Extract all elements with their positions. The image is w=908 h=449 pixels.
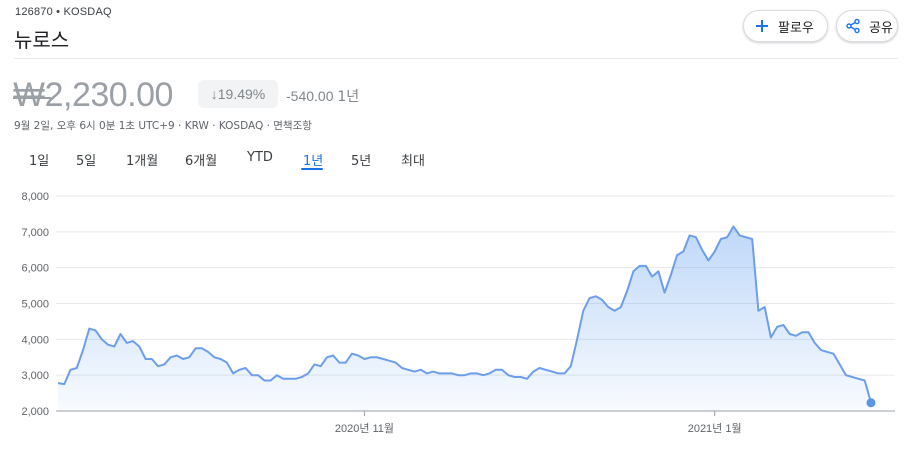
y-tick-label: 8,000 [21,191,49,203]
change-amount: -540.00 [286,88,334,104]
price-chart[interactable]: 8,000 7,000 6,000 5,000 4,000 3,000 2,000 2020년… [0,180,908,449]
follow-label: 팔로우 [778,20,814,36]
share-button[interactable]: 공유 [836,10,898,42]
y-tick-label: 3,000 [21,370,49,382]
plus-icon [754,18,770,34]
y-tick-label: 2,000 [21,406,49,418]
company-name: 뉴로스 [14,28,70,52]
currency-strike [13,97,51,99]
tab-1m[interactable]: 1개월 [126,150,158,169]
price-value: ₩2,230.00 [13,76,173,114]
follow-button[interactable]: 팔로우 [743,10,828,42]
y-tick-label: 5,000 [21,299,49,311]
tab-1d[interactable]: 1일 [29,150,49,169]
current-price: ₩2,230.00 [13,76,173,115]
tab-6m[interactable]: 6개월 [185,150,217,169]
x-tick-label: 2020년 11월 [335,422,394,435]
tab-5d[interactable]: 5일 [76,150,96,169]
y-tick-label: 6,000 [21,263,49,275]
last-price-point[interactable] [866,398,876,408]
share-icon [845,18,861,34]
tab-1y[interactable]: 1년 [303,150,323,169]
quote-meta: 9월 2일, 오후 6시 0분 1초 UTC+9 · KRW · KOSDAQ … [14,120,312,132]
y-tick-label: 4,000 [21,334,49,346]
change-value: -540.00 1년 [286,86,359,106]
active-tab-indicator [301,168,323,170]
change-percent-badge: ↓19.49% [198,80,278,108]
share-label: 공유 [869,20,893,36]
tab-5y[interactable]: 5년 [351,150,371,169]
ticker-symbol: 126870 • KOSDAQ [15,6,112,18]
change-period: 1년 [337,89,360,105]
y-tick-label: 7,000 [21,227,49,239]
header-divider [14,58,898,59]
tab-ytd[interactable]: YTD [247,150,273,165]
price-area [58,226,871,411]
tab-max[interactable]: 최대 [401,150,425,169]
x-tick-label: 2021년 1월 [688,422,742,435]
